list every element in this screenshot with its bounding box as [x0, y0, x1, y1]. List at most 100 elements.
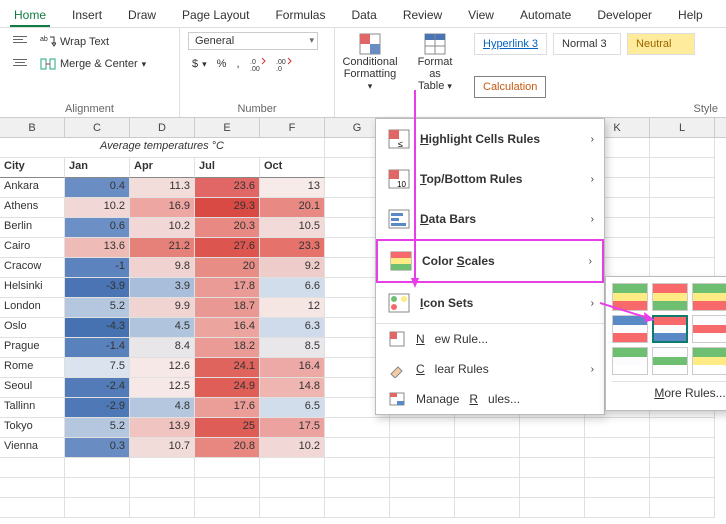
cell[interactable] — [585, 418, 650, 438]
cell[interactable]: 16.4 — [195, 318, 260, 338]
cell[interactable] — [650, 438, 715, 458]
cell[interactable]: Helsinki — [0, 278, 65, 298]
cell[interactable]: Tallinn — [0, 398, 65, 418]
tab-review[interactable]: Review — [399, 6, 446, 27]
cell[interactable] — [130, 478, 195, 498]
cell[interactable] — [650, 198, 715, 218]
cell[interactable]: 12.6 — [130, 358, 195, 378]
cell[interactable]: -1.4 — [65, 338, 130, 358]
cell[interactable]: 12.5 — [130, 378, 195, 398]
cell[interactable]: 9.9 — [130, 298, 195, 318]
cell[interactable]: 4.5 — [130, 318, 195, 338]
cell[interactable]: 10.2 — [130, 218, 195, 238]
cell[interactable] — [520, 458, 585, 478]
cell[interactable]: 24.1 — [195, 358, 260, 378]
cell[interactable] — [325, 418, 390, 438]
cell[interactable] — [390, 438, 455, 458]
cell[interactable]: Oslo — [0, 318, 65, 338]
cell[interactable] — [455, 498, 520, 518]
cell[interactable]: 24.9 — [195, 378, 260, 398]
cell[interactable]: 11.3 — [130, 178, 195, 198]
style-neutral[interactable]: Neutral — [627, 33, 695, 55]
cf-menu-manage-rules[interactable]: Manage Rules... — [376, 384, 604, 414]
cell[interactable] — [0, 498, 65, 518]
tab-automate[interactable]: Automate — [516, 6, 575, 27]
cell[interactable] — [390, 418, 455, 438]
cell[interactable] — [650, 158, 715, 178]
cell[interactable]: -1 — [65, 258, 130, 278]
cell[interactable]: 8.5 — [260, 338, 325, 358]
align-top-button[interactable] — [8, 32, 32, 52]
cell[interactable]: 10.2 — [260, 438, 325, 458]
cell[interactable]: 21.2 — [130, 238, 195, 258]
cell[interactable]: 25 — [195, 418, 260, 438]
cell[interactable]: -2.4 — [65, 378, 130, 398]
cell[interactable] — [260, 478, 325, 498]
cell[interactable] — [585, 438, 650, 458]
color-scale-thumb-8[interactable] — [612, 347, 648, 375]
cell[interactable]: 10.5 — [260, 218, 325, 238]
cell[interactable]: 8.4 — [130, 338, 195, 358]
cell[interactable]: Apr — [130, 158, 195, 178]
style-normal[interactable]: Normal 3 — [553, 33, 621, 55]
cell[interactable]: Athens — [0, 198, 65, 218]
tab-draw[interactable]: Draw — [124, 6, 160, 27]
col-header-E[interactable]: E — [195, 118, 260, 137]
cell[interactable]: Vienna — [0, 438, 65, 458]
cell[interactable]: 23.6 — [195, 178, 260, 198]
col-header-B[interactable]: B — [0, 118, 65, 137]
cell[interactable]: Ankara — [0, 178, 65, 198]
cell[interactable]: 10.2 — [65, 198, 130, 218]
cell[interactable] — [390, 458, 455, 478]
cell[interactable] — [650, 138, 715, 158]
cell[interactable]: Jul — [195, 158, 260, 178]
decrease-decimal-button[interactable]: .00.0 — [272, 54, 296, 74]
cell[interactable]: 6.5 — [260, 398, 325, 418]
cell[interactable]: 16.9 — [130, 198, 195, 218]
color-scale-thumb-9[interactable] — [652, 347, 688, 375]
cell[interactable] — [585, 478, 650, 498]
cell[interactable] — [520, 438, 585, 458]
cell[interactable] — [130, 498, 195, 518]
col-header-C[interactable]: C — [65, 118, 130, 137]
tab-view[interactable]: View — [464, 6, 498, 27]
cell[interactable]: London — [0, 298, 65, 318]
cell[interactable]: 5.2 — [65, 418, 130, 438]
tab-data[interactable]: Data — [347, 6, 380, 27]
cell[interactable]: 0.4 — [65, 178, 130, 198]
cell[interactable]: 5.2 — [65, 298, 130, 318]
cell[interactable]: Tokyo — [0, 418, 65, 438]
cell[interactable]: 17.6 — [195, 398, 260, 418]
cell[interactable] — [195, 458, 260, 478]
cell[interactable] — [130, 458, 195, 478]
cell[interactable] — [650, 478, 715, 498]
cell[interactable] — [650, 218, 715, 238]
cell[interactable]: Oct — [260, 158, 325, 178]
cell[interactable]: 4.8 — [130, 398, 195, 418]
cell[interactable]: 20 — [195, 258, 260, 278]
cell[interactable] — [260, 458, 325, 478]
number-format-dropdown[interactable]: General — [188, 32, 318, 50]
cell[interactable] — [650, 238, 715, 258]
col-header-L[interactable]: L — [650, 118, 715, 137]
cell[interactable] — [650, 418, 715, 438]
wrap-text-button[interactable]: ab Wrap Text — [36, 32, 150, 52]
tab-developer[interactable]: Developer — [593, 6, 656, 27]
cell[interactable]: Average temperatures °C — [0, 138, 325, 158]
cell[interactable] — [455, 438, 520, 458]
cell[interactable]: 20.3 — [195, 218, 260, 238]
style-hyperlink[interactable]: Hyperlink 3 — [474, 33, 547, 55]
conditional-formatting-button[interactable]: Conditional Formatting ▾ — [335, 28, 405, 117]
align-middle-button[interactable] — [8, 54, 32, 74]
cell[interactable]: -2.9 — [65, 398, 130, 418]
cell[interactable] — [260, 498, 325, 518]
cell[interactable]: 13 — [260, 178, 325, 198]
cell[interactable] — [455, 478, 520, 498]
cell[interactable] — [195, 478, 260, 498]
tab-page-layout[interactable]: Page Layout — [178, 6, 253, 27]
cell[interactable]: 14.8 — [260, 378, 325, 398]
cell[interactable] — [325, 458, 390, 478]
cell[interactable] — [390, 478, 455, 498]
cell[interactable]: Cairo — [0, 238, 65, 258]
cell[interactable]: Rome — [0, 358, 65, 378]
